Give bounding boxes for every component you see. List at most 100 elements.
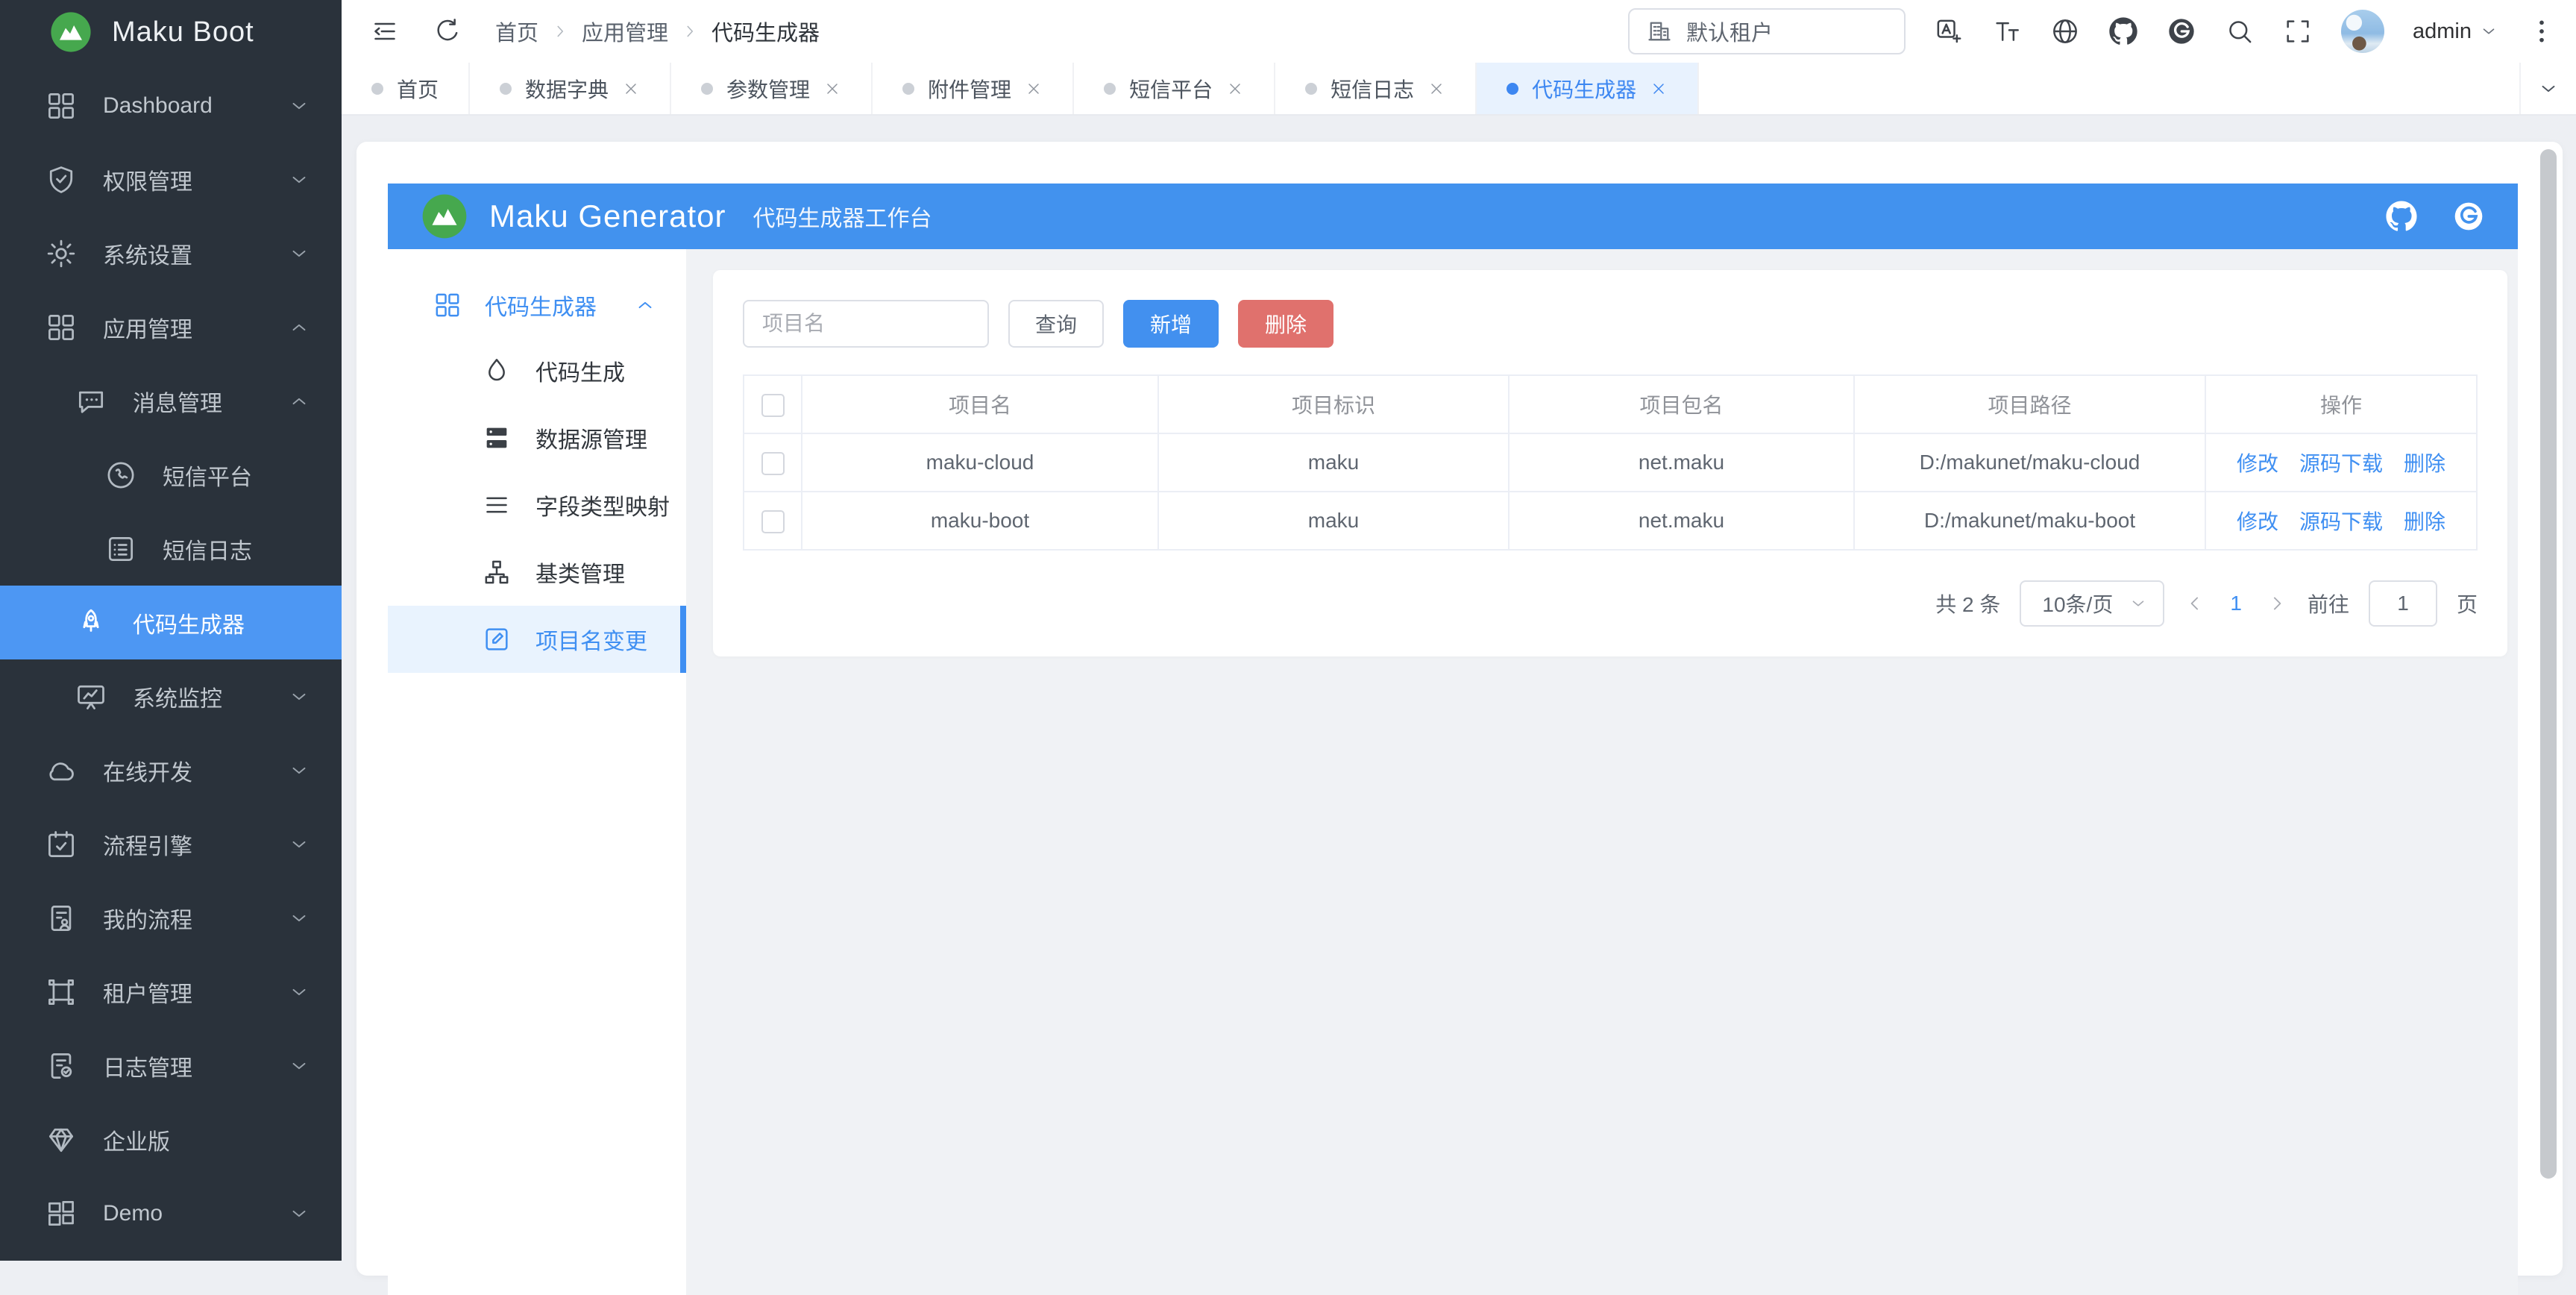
nav-item-project-rename[interactable]: 项目名变更	[388, 606, 686, 673]
github-icon[interactable]	[2385, 200, 2418, 233]
close-icon[interactable]	[1650, 80, 1668, 98]
breadcrumb-app-management[interactable]: 应用管理	[582, 16, 668, 47]
chevron-right-icon	[680, 22, 700, 41]
download-source-link[interactable]: 源码下载	[2299, 448, 2383, 477]
sidebar-item-label: 权限管理	[103, 163, 192, 196]
tab-code-generator[interactable]: 代码生成器	[1477, 63, 1699, 114]
tab-data-dict[interactable]: 数据字典	[470, 63, 671, 114]
nav-item-label: 代码生成	[535, 354, 625, 387]
chevron-down-icon	[2479, 22, 2498, 41]
chevron-up-icon	[288, 390, 310, 413]
grid-icon	[433, 290, 462, 320]
server-icon	[482, 423, 512, 453]
calendar-check-icon	[45, 828, 78, 861]
app-logo: Maku Boot	[0, 0, 342, 64]
column-header-package: 项目包名	[1509, 375, 1854, 433]
breadcrumb-home[interactable]: 首页	[495, 16, 538, 47]
tab-dropdown-button[interactable]	[2519, 63, 2576, 114]
tenant-select-value: 默认租户	[1686, 16, 1773, 47]
sidebar-item-flow-engine[interactable]: 流程引擎	[0, 807, 342, 881]
diamond-icon	[45, 1123, 78, 1156]
tab-home[interactable]: 首页	[342, 63, 470, 114]
sidebar-item-tenant-management[interactable]: 租户管理	[0, 955, 342, 1029]
tab-param-management[interactable]: 参数管理	[671, 63, 873, 114]
sidebar-item-system-monitor[interactable]: 系统监控	[0, 659, 342, 733]
page-number[interactable]: 1	[2225, 592, 2246, 615]
sidebar-item-demo[interactable]: Demo	[0, 1176, 342, 1250]
close-icon[interactable]	[622, 80, 640, 98]
generator-nav-group[interactable]: 代码生成器	[388, 273, 686, 337]
globe-icon[interactable]	[2050, 16, 2080, 46]
tab-dot	[500, 83, 512, 95]
download-source-link[interactable]: 源码下载	[2299, 506, 2383, 536]
collapse-menu-icon[interactable]	[370, 16, 400, 46]
gitee-icon[interactable]	[2167, 16, 2196, 46]
sidebar-item-my-flows[interactable]: 我的流程	[0, 881, 342, 955]
github-icon[interactable]	[2108, 16, 2138, 46]
toolbar: 查询 新增 删除	[743, 300, 2478, 348]
sidebar-item-permissions[interactable]: 权限管理	[0, 142, 342, 216]
nav-item-datasource-management[interactable]: 数据源管理	[388, 404, 686, 471]
sidebar-item-system-settings[interactable]: 系统设置	[0, 216, 342, 290]
sidebar-item-log-management[interactable]: 日志管理	[0, 1029, 342, 1103]
gitee-icon[interactable]	[2452, 200, 2485, 233]
avatar[interactable]	[2341, 10, 2384, 53]
tenant-select[interactable]: 默认租户	[1628, 8, 1906, 54]
page-size-select[interactable]: 10条/页	[2020, 580, 2164, 627]
delete-link[interactable]: 删除	[2404, 506, 2445, 536]
edit-link[interactable]: 修改	[2237, 448, 2278, 477]
fullscreen-icon[interactable]	[2283, 16, 2313, 46]
sidebar-item-label: 短信日志	[163, 533, 252, 565]
tab-dot	[1507, 83, 1518, 95]
row-checkbox[interactable]	[761, 452, 785, 475]
sidebar-item-online-dev[interactable]: 在线开发	[0, 733, 342, 807]
search-icon[interactable]	[2225, 16, 2255, 46]
sidebar-item-label: 日志管理	[103, 1050, 192, 1082]
user-menu[interactable]: admin	[2413, 19, 2498, 44]
sidebar-item-app-management[interactable]: 应用管理	[0, 290, 342, 364]
query-button[interactable]: 查询	[1008, 300, 1104, 348]
next-page-icon[interactable]	[2266, 592, 2288, 615]
font-size-icon[interactable]	[1992, 16, 2022, 46]
sidebar-item-dashboard[interactable]: Dashboard	[0, 69, 342, 142]
chevron-down-icon	[288, 833, 310, 856]
column-header-actions: 操作	[2205, 375, 2477, 433]
tab-attachment-management[interactable]: 附件管理	[873, 63, 1074, 114]
sidebar-item-code-generator[interactable]: 代码生成器	[0, 586, 342, 659]
vertical-scrollbar[interactable]	[2540, 149, 2557, 1179]
nav-item-field-type-mapping[interactable]: 字段类型映射	[388, 471, 686, 539]
chevron-down-icon	[288, 907, 310, 929]
prev-page-icon[interactable]	[2184, 592, 2206, 615]
close-icon[interactable]	[1025, 80, 1043, 98]
sidebar-item-enterprise[interactable]: 企业版	[0, 1103, 342, 1176]
refresh-icon[interactable]	[433, 16, 462, 46]
select-all-checkbox[interactable]	[761, 394, 785, 417]
close-icon[interactable]	[1226, 80, 1244, 98]
translate-icon[interactable]	[1934, 16, 1964, 46]
more-vertical-icon[interactable]	[2527, 16, 2557, 46]
nav-item-baseclass-management[interactable]: 基类管理	[388, 539, 686, 606]
sidebar-item-sms-platform[interactable]: 短信平台	[0, 438, 342, 512]
close-icon[interactable]	[823, 80, 841, 98]
chevron-down-icon	[288, 242, 310, 265]
cloud-icon	[45, 754, 78, 787]
cell-project-code: maku	[1158, 433, 1509, 492]
row-checkbox[interactable]	[761, 510, 785, 533]
list-square-icon	[104, 533, 137, 565]
sidebar-item-sms-log[interactable]: 短信日志	[0, 512, 342, 586]
delete-link[interactable]: 删除	[2404, 448, 2445, 477]
tab-dot	[902, 83, 914, 95]
edit-link[interactable]: 修改	[2237, 506, 2278, 536]
tab-sms-log[interactable]: 短信日志	[1275, 63, 1477, 114]
close-icon[interactable]	[1427, 80, 1445, 98]
sidebar-item-label: 系统设置	[103, 237, 192, 270]
delete-button[interactable]: 删除	[1238, 300, 1333, 348]
project-name-input[interactable]	[743, 300, 989, 348]
sidebar-item-message-management[interactable]: 消息管理	[0, 364, 342, 438]
tab-sms-platform[interactable]: 短信平台	[1074, 63, 1275, 114]
nav-item-code-generation[interactable]: 代码生成	[388, 337, 686, 404]
add-button[interactable]: 新增	[1123, 300, 1219, 348]
column-header-name: 项目名	[802, 375, 1158, 433]
generator-body: 代码生成器 代码生成 数据源管理 字段类型映射 基类管理	[388, 249, 2518, 1295]
goto-page-input[interactable]	[2369, 580, 2437, 627]
